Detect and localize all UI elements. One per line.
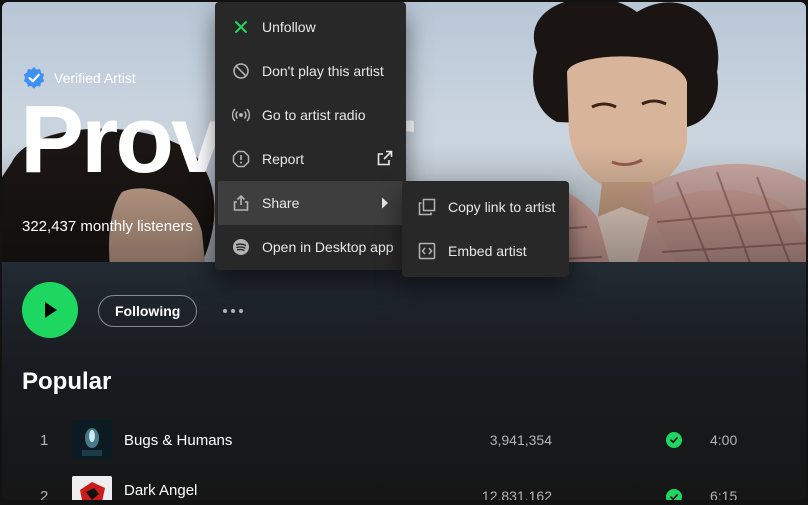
track-duration: 4:00	[710, 432, 738, 448]
share-icon	[232, 194, 250, 212]
share-submenu: Copy link to artist Embed artist	[402, 181, 569, 277]
menu-item-label: Share	[262, 195, 300, 211]
menu-item-report[interactable]: Report	[218, 137, 403, 181]
menu-item-copy-link[interactable]: Copy link to artist	[406, 185, 565, 229]
track-number: 1	[40, 431, 49, 449]
track-plays: 3,941,354	[489, 432, 552, 448]
menu-item-label: Unfollow	[262, 19, 316, 35]
menu-item-label: Copy link to artist	[448, 199, 556, 215]
track-title[interactable]: Bugs & Humans	[124, 432, 232, 449]
artist-content: Following Popular 1 Bugs & Humans 3,941,…	[2, 262, 806, 500]
external-link-icon	[377, 150, 393, 169]
more-options-button[interactable]	[216, 300, 250, 322]
track-number: 2	[40, 487, 49, 501]
more-dot-icon	[239, 309, 243, 313]
popular-heading: Popular	[22, 368, 112, 395]
menu-item-label: Embed artist	[448, 243, 527, 259]
embed-icon	[418, 242, 436, 260]
monthly-listeners: 322,437 monthly listeners	[22, 218, 193, 235]
album-art-image	[72, 476, 112, 500]
menu-item-open-desktop[interactable]: Open in Desktop app	[218, 225, 403, 269]
spotify-icon	[232, 238, 250, 256]
menu-item-label: Go to artist radio	[262, 107, 366, 123]
submenu-arrow-icon	[381, 196, 389, 212]
album-art-image	[72, 420, 112, 460]
play-button[interactable]	[22, 282, 78, 338]
menu-item-label: Open in Desktop app	[262, 239, 394, 255]
following-button[interactable]: Following	[98, 295, 198, 327]
block-icon	[232, 62, 250, 80]
menu-item-label: Report	[262, 151, 305, 167]
track-row[interactable]: 2 Dark Angel 12,831,162 6:15	[2, 474, 806, 500]
menu-item-dont-play[interactable]: Don't play this artist	[218, 49, 403, 93]
track-row[interactable]: 1 Bugs & Humans 3,941,354 4:00	[2, 418, 806, 462]
report-icon	[232, 150, 250, 168]
track-title[interactable]: Dark Angel	[124, 482, 197, 499]
copy-icon	[418, 198, 436, 216]
artist-context-menu: Unfollow Don't play this artist Go to ar…	[215, 2, 406, 270]
play-icon	[45, 302, 57, 318]
track-artwork	[72, 420, 112, 460]
track-artwork	[72, 476, 112, 500]
liked-check-icon[interactable]	[666, 489, 682, 500]
menu-item-embed[interactable]: Embed artist	[406, 229, 565, 273]
verified-label: Verified Artist	[54, 70, 136, 86]
track-duration: 6:15	[710, 488, 738, 500]
track-plays: 12,831,162	[481, 488, 552, 500]
more-dot-icon	[223, 309, 227, 313]
radio-icon	[232, 106, 250, 124]
more-dot-icon	[231, 309, 235, 313]
liked-check-icon[interactable]	[666, 432, 682, 448]
close-icon	[232, 18, 250, 36]
menu-item-label: Don't play this artist	[262, 63, 384, 79]
menu-item-unfollow[interactable]: Unfollow	[218, 5, 403, 49]
menu-item-artist-radio[interactable]: Go to artist radio	[218, 93, 403, 137]
menu-item-share[interactable]: Share	[218, 181, 403, 225]
